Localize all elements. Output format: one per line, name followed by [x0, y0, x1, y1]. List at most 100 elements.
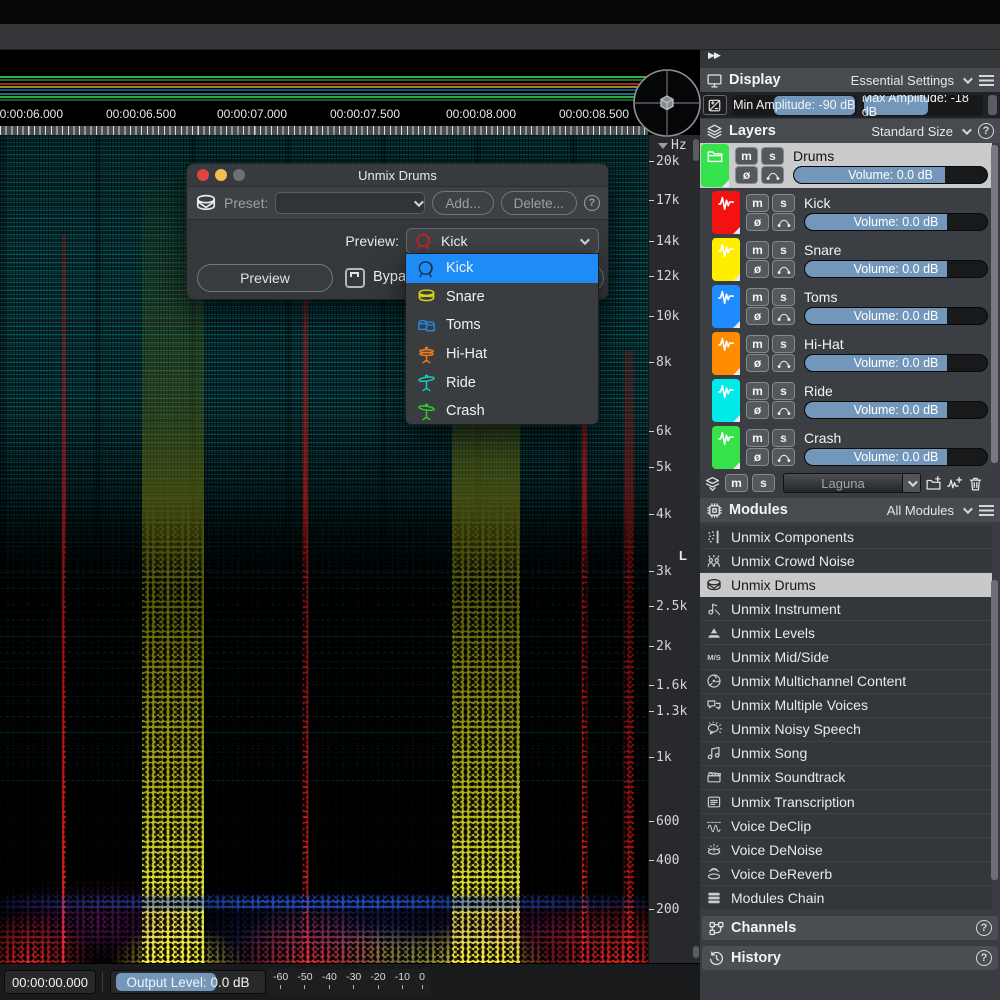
volume-slider[interactable]: Volume: 0.0 dB: [804, 448, 988, 466]
preview-option-ride[interactable]: Ride: [406, 368, 598, 397]
module-item-voice-denoise[interactable]: Voice DeNoise: [700, 838, 992, 862]
freq-scale-collapse-icon[interactable]: [658, 143, 668, 149]
preview-select[interactable]: Kick: [406, 228, 599, 254]
master-mute-button[interactable]: m: [725, 474, 748, 492]
envelope-button[interactable]: [772, 307, 795, 325]
panel-collapse-strip[interactable]: ▶▶: [700, 50, 1000, 68]
mute-button[interactable]: m: [746, 241, 769, 259]
display-section-header[interactable]: Display Essential Settings: [700, 68, 1000, 92]
modules-scrollbar[interactable]: [991, 580, 998, 880]
minimize-window-icon[interactable]: [215, 169, 227, 181]
amplitude-contrast-button[interactable]: [703, 95, 727, 115]
volume-slider[interactable]: Volume: 0.0 dB: [804, 213, 988, 231]
volume-slider[interactable]: Volume: 0.0 dB: [793, 166, 988, 184]
module-item-unmix-mid-side[interactable]: M/SUnmix Mid/Side: [700, 645, 992, 669]
phase-invert-button[interactable]: ø: [746, 213, 769, 231]
solo-button[interactable]: s: [772, 241, 795, 259]
mute-button[interactable]: m: [746, 335, 769, 353]
module-item-unmix-crowd-noise[interactable]: Unmix Crowd Noise: [700, 549, 992, 573]
delete-layer-button[interactable]: [967, 475, 984, 492]
envelope-button[interactable]: [772, 448, 795, 466]
module-item-unmix-multichannel-content[interactable]: Unmix Multichannel Content: [700, 670, 992, 694]
layers-size-preset[interactable]: Standard Size: [871, 124, 953, 139]
solo-button[interactable]: s: [772, 382, 795, 400]
frequency-scale[interactable]: Hz L 20k17k14k12k10k8k6k5k4k3k2.5k2k1.6k…: [648, 135, 700, 963]
preview-option-kick[interactable]: Kick: [406, 254, 598, 283]
layer-waveform-icon[interactable]: [712, 426, 740, 469]
sample-select[interactable]: Laguna: [783, 473, 921, 493]
modules-filter-preset[interactable]: All Modules: [887, 503, 954, 518]
layer-row-crash[interactable]: msCrashøVolume: 0.0 dB: [700, 425, 992, 470]
flatten-layers-icon[interactable]: [704, 475, 721, 492]
display-settings-preset[interactable]: Essential Settings: [851, 73, 954, 88]
phase-invert-button[interactable]: ø: [746, 401, 769, 419]
volume-slider[interactable]: Volume: 0.0 dB: [804, 260, 988, 278]
volume-slider[interactable]: Volume: 0.0 dB: [804, 307, 988, 325]
min-amplitude-field[interactable]: Min Amplitude: -90 dB: [732, 95, 857, 116]
layer-row-hi-hat[interactable]: msHi-HatøVolume: 0.0 dB: [700, 331, 992, 376]
envelope-button[interactable]: [772, 213, 795, 231]
module-item-modules-chain[interactable]: Modules Chain: [700, 886, 992, 910]
new-layer-button[interactable]: [946, 475, 963, 492]
module-item-unmix-noisy-speech[interactable]: Unmix Noisy Speech: [700, 718, 992, 742]
modules-menu-icon[interactable]: [979, 505, 994, 516]
layers-scrollbar[interactable]: [991, 145, 998, 463]
solo-button[interactable]: s: [772, 335, 795, 353]
module-item-unmix-instrument[interactable]: Unmix Instrument: [700, 597, 992, 621]
layer-waveform-icon[interactable]: [712, 379, 740, 422]
history-section-header[interactable]: History ?: [702, 946, 998, 970]
preview-option-hi-hat[interactable]: Hi-Hat: [406, 340, 598, 369]
preview-option-toms[interactable]: Toms: [406, 311, 598, 340]
module-item-voice-declip[interactable]: Voice DeClip: [700, 814, 992, 838]
add-preset-button[interactable]: Add...: [432, 191, 493, 215]
output-level-field[interactable]: Output Level: 0.0 dB: [110, 970, 266, 994]
solo-button[interactable]: s: [761, 147, 784, 165]
group-folder-icon[interactable]: [701, 144, 729, 187]
layer-waveform-icon[interactable]: [712, 191, 740, 234]
delete-preset-button[interactable]: Delete...: [501, 191, 577, 215]
preview-option-snare[interactable]: Snare: [406, 283, 598, 312]
dialog-titlebar[interactable]: Unmix Drums: [187, 164, 608, 187]
volume-slider[interactable]: Volume: 0.0 dB: [804, 354, 988, 372]
preview-option-crash[interactable]: Crash: [406, 397, 598, 425]
phase-invert-button[interactable]: ø: [746, 260, 769, 278]
envelope-button[interactable]: [772, 354, 795, 372]
solo-button[interactable]: s: [772, 288, 795, 306]
layer-row-ride[interactable]: msRideøVolume: 0.0 dB: [700, 378, 992, 423]
phase-invert-button[interactable]: ø: [746, 448, 769, 466]
module-item-unmix-soundtrack[interactable]: Unmix Soundtrack: [700, 766, 992, 790]
layer-row-toms[interactable]: msTomsøVolume: 0.0 dB: [700, 284, 992, 329]
mute-button[interactable]: m: [746, 429, 769, 447]
solo-button[interactable]: s: [772, 429, 795, 447]
master-solo-button[interactable]: s: [752, 474, 775, 492]
mute-button[interactable]: m: [746, 288, 769, 306]
phase-invert-button[interactable]: ø: [735, 166, 758, 184]
modules-section-header[interactable]: Modules All Modules: [700, 498, 1000, 522]
layer-row-kick[interactable]: msKickøVolume: 0.0 dB: [700, 190, 992, 235]
channels-help-icon[interactable]: ?: [976, 920, 992, 936]
amp-scroll-nub[interactable]: [988, 95, 997, 115]
new-group-button[interactable]: [925, 475, 942, 492]
volume-slider[interactable]: Volume: 0.0 dB: [804, 401, 988, 419]
close-window-icon[interactable]: [197, 169, 209, 181]
phase-invert-button[interactable]: ø: [746, 354, 769, 372]
layer-row-drums[interactable]: msDrumsøVolume: 0.0 dB: [700, 143, 992, 188]
module-item-unmix-transcription[interactable]: Unmix Transcription: [700, 790, 992, 814]
layer-waveform-icon[interactable]: [712, 332, 740, 375]
layers-section-header[interactable]: Layers Standard Size ?: [700, 119, 1000, 143]
playhead-time-field[interactable]: 00:00:00.000: [4, 970, 96, 994]
dialog-help-icon[interactable]: ?: [584, 195, 600, 211]
max-amplitude-field[interactable]: Max Amplitude: -18 dB: [862, 95, 983, 116]
mute-button[interactable]: m: [746, 382, 769, 400]
envelope-button[interactable]: [772, 401, 795, 419]
preset-select[interactable]: [275, 192, 425, 214]
channels-section-header[interactable]: Channels ?: [702, 916, 998, 940]
layer-waveform-icon[interactable]: [712, 285, 740, 328]
overview-navigator[interactable]: [0, 75, 648, 103]
module-item-unmix-drums[interactable]: Unmix Drums: [700, 573, 992, 597]
mute-button[interactable]: m: [735, 147, 758, 165]
bypass-checkbox[interactable]: [345, 268, 365, 288]
solo-button[interactable]: s: [772, 194, 795, 212]
module-item-unmix-song[interactable]: Unmix Song: [700, 742, 992, 766]
display-menu-icon[interactable]: [979, 75, 994, 86]
